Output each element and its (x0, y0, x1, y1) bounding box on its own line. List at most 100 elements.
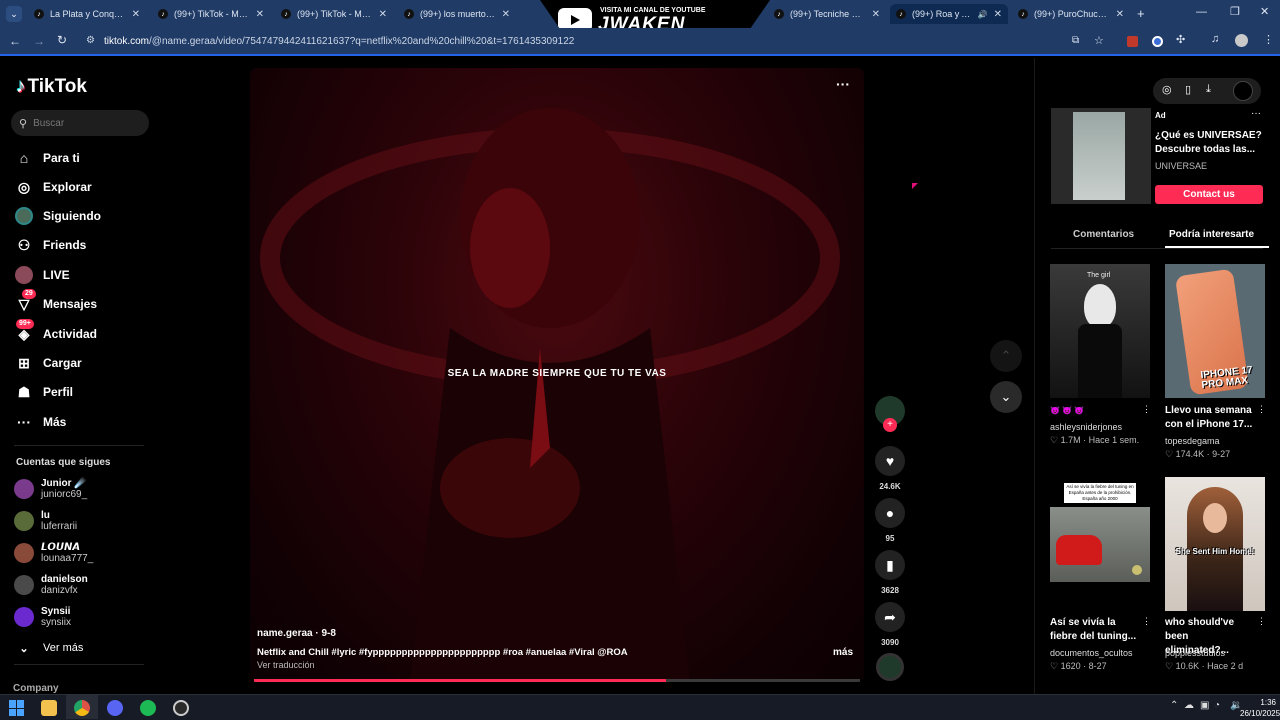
browser-tab[interactable]: ♪ (99+) los muertos can✕ (398, 4, 516, 24)
nav-perfil[interactable]: ☗ Perfil (14, 382, 73, 402)
extension-icon[interactable] (1152, 36, 1163, 47)
card-more-icon[interactable]: ⋮ (1142, 404, 1151, 415)
nav-mensajes[interactable]: ▽ Mensajes 29 (14, 289, 97, 314)
nav-siguiendo[interactable]: Siguiendo (14, 206, 101, 226)
previous-video-button[interactable]: ⌃ (990, 340, 1022, 372)
followed-account[interactable]: lu luferrarii (14, 510, 77, 532)
card-stats: ♡ 174.4K · 9-27 (1165, 449, 1231, 459)
avatar (14, 607, 34, 627)
next-video-button[interactable]: ⌄ (990, 381, 1022, 413)
close-tab-icon[interactable]: ✕ (502, 9, 510, 20)
profile-avatar[interactable] (1235, 34, 1248, 47)
follow-plus-icon[interactable]: + (883, 418, 897, 432)
heart-icon: ♡ (1165, 449, 1176, 459)
company-link[interactable]: Company (13, 683, 59, 694)
nav-explorar[interactable]: ◎ Explorar (14, 177, 92, 197)
ad-more-icon[interactable]: ··· (1251, 108, 1261, 119)
taskbar-app-icon[interactable]: ▣ (1200, 700, 1209, 711)
ad-contact-button[interactable]: Contact us (1155, 185, 1263, 204)
minimize-button[interactable]: — (1196, 6, 1207, 18)
discord-icon[interactable] (107, 700, 123, 716)
save-button[interactable]: ▮ 3628 (874, 550, 906, 595)
media-control-icon[interactable]: ♫ (1211, 33, 1219, 45)
extensions-puzzle-icon[interactable]: ✣ (1176, 33, 1185, 46)
browser-tab[interactable]: ♪ La Plata y Conquistar✕ (28, 4, 146, 24)
nav-live[interactable]: LIVE (14, 265, 70, 285)
file-explorer-icon[interactable] (41, 700, 57, 716)
windows-start-icon[interactable] (9, 700, 25, 716)
tab-search-button[interactable]: ⌄ (6, 6, 22, 22)
bookmark-star-icon[interactable]: ☆ (1094, 34, 1104, 47)
messages-badge: 29 (22, 289, 36, 299)
comment-button[interactable]: ● 95 (874, 498, 906, 543)
recommended-video-card[interactable]: IPHONE 17 PRO MAX Llevo una semana con e… (1165, 264, 1266, 459)
progress-track[interactable] (254, 679, 860, 682)
close-tab-icon[interactable]: ✕ (1116, 9, 1124, 20)
browser-tab[interactable]: ♪ (99+) PuroChucu777 ✕ (1012, 4, 1130, 24)
followed-account[interactable]: danielson danizvfx (14, 574, 88, 596)
nav-friends[interactable]: ⚇ Friends (14, 235, 87, 255)
like-button[interactable]: ♥ 24.6K (874, 446, 906, 491)
recommended-video-card[interactable]: The girl 😈 😈 😈 ⋮ ashleysniderjones ♡ 1.7… (1050, 264, 1151, 445)
close-window-button[interactable]: ✕ (1260, 5, 1269, 18)
tab-podria-interesarte[interactable]: Podría interesarte (1169, 229, 1254, 240)
extension-icon[interactable] (1127, 36, 1138, 47)
close-tab-icon[interactable]: ✕ (256, 9, 264, 20)
translate-link[interactable]: Ver traducción (257, 660, 315, 670)
spotify-icon[interactable] (140, 700, 156, 716)
download-icon[interactable]: ⤓ (1206, 83, 1211, 96)
see-more-button[interactable]: ⌄ Ver más (14, 638, 83, 658)
browser-tab[interactable]: ♪ (99+) Tecniche di gioc✕ (768, 4, 886, 24)
nav-mas[interactable]: ··· Más (14, 412, 66, 432)
card-more-icon[interactable]: ⋮ (1257, 404, 1266, 415)
tiktok-logo[interactable]: ♪ TikTok (16, 76, 87, 98)
ad-block[interactable]: Ad ··· ¿Qué es UNIVERSAE? Descubre todas… (1051, 108, 1263, 208)
heart-icon: ♥ (875, 446, 905, 476)
recommended-video-card[interactable]: She Sent Him Home! who should've been el… (1165, 477, 1266, 671)
nav-cargar[interactable]: ⊞ Cargar (14, 353, 82, 373)
tab-comentarios[interactable]: Comentarios (1073, 229, 1134, 240)
install-app-icon[interactable]: ⧉ (1072, 35, 1079, 46)
share-button[interactable]: ➦ 3090 (874, 602, 906, 647)
nav-actividad[interactable]: ◈ Actividad 99+ (14, 319, 97, 344)
close-tab-icon[interactable]: ✕ (872, 9, 880, 20)
site-info-icon[interactable]: ⚙ (86, 35, 95, 46)
device-icon[interactable]: ▯ (1185, 83, 1191, 96)
browser-tab-active[interactable]: ♪ (99+) Roa y Anuel 🔊✕ (890, 4, 1008, 24)
followed-account[interactable]: Synsii synsiix (14, 606, 71, 628)
user-avatar[interactable] (1233, 81, 1253, 101)
video-author[interactable]: name.geraa · 9-8 (257, 628, 336, 639)
video-more-options-icon[interactable]: ··· (836, 76, 850, 92)
followed-account[interactable]: 𝙇𝙊𝙐𝙉𝘼 lounaa777_ (14, 542, 93, 564)
creator-avatar-button[interactable]: + (874, 396, 906, 432)
back-button[interactable]: ← (9, 34, 21, 48)
music-disc-button[interactable] (874, 653, 906, 681)
close-tab-icon[interactable]: ✕ (994, 9, 1002, 20)
close-tab-icon[interactable]: ✕ (379, 9, 387, 20)
address-bar[interactable]: ⚙ tiktok.com/@name.geraa/video/754747944… (82, 32, 1122, 52)
browser-tab[interactable]: ♪ (99+) TikTok - Make Y✕ (275, 4, 393, 24)
browser-tab[interactable]: ♪ (99+) TikTok - Make Y✕ (152, 4, 270, 24)
speaker-icon[interactable]: 🔊 (978, 10, 988, 19)
wifi-icon[interactable]: ◔ (1214, 700, 1220, 711)
tray-chevron-icon[interactable]: ⌃ (1170, 700, 1178, 711)
card-more-icon[interactable]: ⋮ (1257, 616, 1266, 627)
restore-button[interactable]: ❐ (1230, 5, 1240, 18)
clock[interactable]: 1:36 26/10/2025 (1240, 697, 1280, 719)
search-box[interactable]: ⚲ Buscar (11, 110, 149, 136)
forward-button[interactable]: → (33, 34, 45, 48)
reload-button[interactable]: ↻ (57, 33, 67, 47)
close-tab-icon[interactable]: ✕ (132, 9, 140, 20)
recommended-video-card[interactable]: Así se vivía la fiebre del tuning en Esp… (1050, 477, 1151, 671)
nav-para-ti[interactable]: ⌂ Para ti (14, 148, 80, 168)
right-panel: ◎ ▯ ⤓ Ad ··· ¿Qué es UNIVERSAE? Descubre… (1034, 58, 1280, 694)
followed-account[interactable]: Junior ☄️ juniorc69_ (14, 478, 87, 500)
new-tab-button[interactable]: + (1137, 6, 1145, 21)
browser-menu-icon[interactable]: ⋮ (1263, 33, 1274, 46)
coin-icon[interactable]: ◎ (1162, 83, 1172, 96)
app-icon[interactable] (173, 700, 189, 716)
caption-more-button[interactable]: más (833, 647, 853, 658)
card-more-icon[interactable]: ⋮ (1142, 616, 1151, 627)
video-player[interactable]: ··· SEA LA MADRE SIEMPRE QUE TU TE VAS n… (250, 68, 864, 682)
network-icon[interactable]: ☁ (1184, 700, 1194, 711)
